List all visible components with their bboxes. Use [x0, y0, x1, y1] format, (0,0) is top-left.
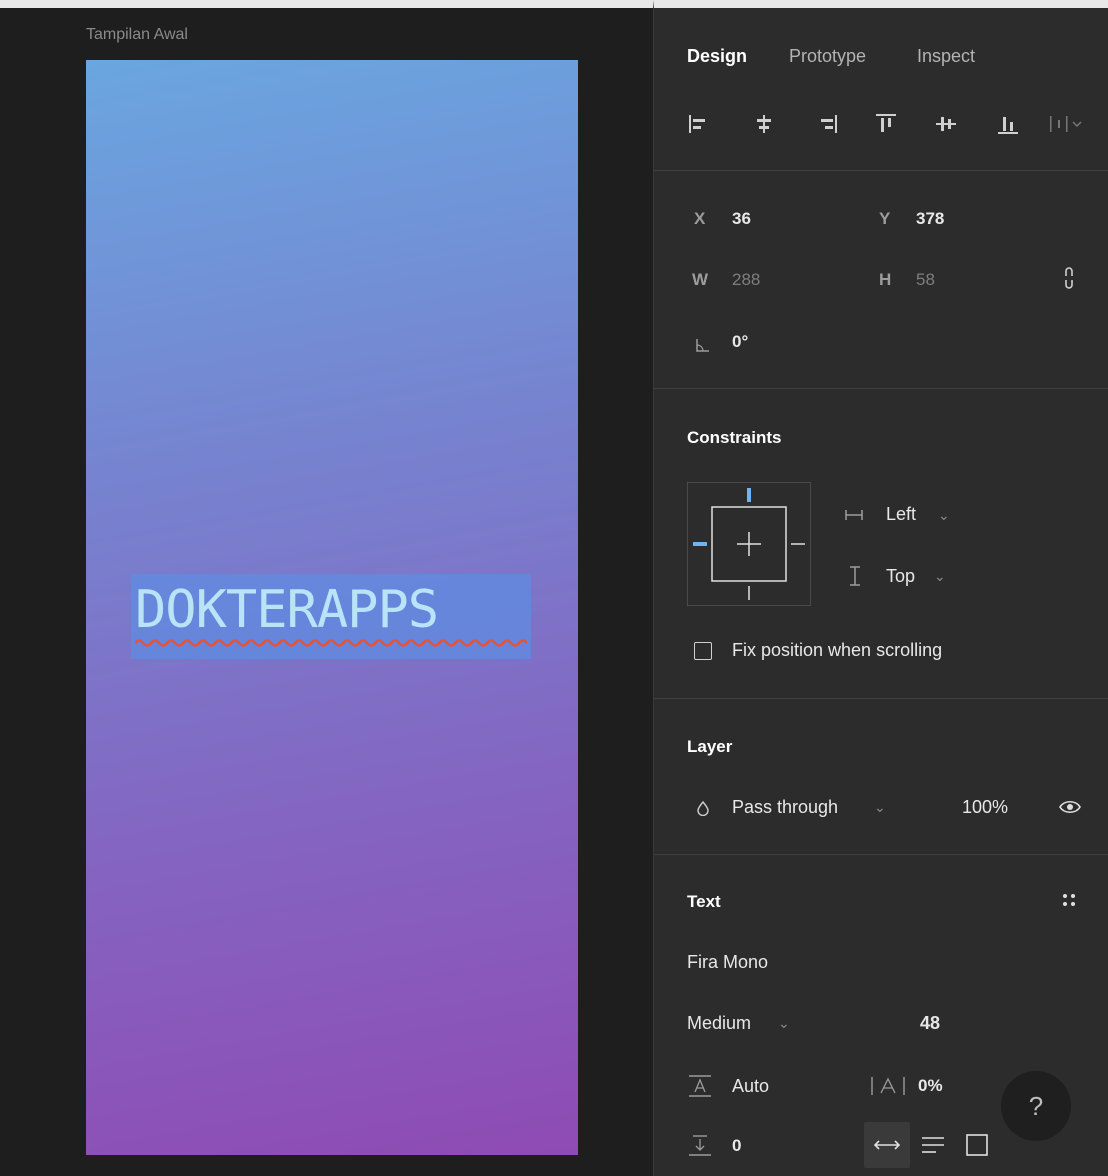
selected-text-layer[interactable]: DOKTERAPPS	[131, 574, 531, 659]
divider	[654, 388, 1108, 389]
distribute-icon[interactable]	[1046, 110, 1086, 138]
align-right-icon[interactable]	[814, 110, 842, 138]
line-height-input[interactable]: Auto	[732, 1076, 769, 1097]
text-align-icon[interactable]	[920, 1134, 946, 1156]
font-size-input[interactable]: 48	[920, 1013, 940, 1034]
eye-icon[interactable]	[1058, 798, 1082, 816]
paragraph-spacing-input[interactable]: 0	[732, 1136, 741, 1156]
blend-mode-icon	[697, 800, 709, 816]
fix-position-label[interactable]: Fix position when scrolling	[732, 640, 942, 661]
chevron-down-icon[interactable]: ⌄	[934, 568, 946, 585]
divider	[654, 698, 1108, 699]
font-family-select[interactable]: Fira Mono	[687, 952, 768, 973]
letter-spacing-input[interactable]: 0%	[918, 1076, 943, 1096]
vertical-constraint-select[interactable]: Top	[886, 566, 915, 587]
properties-panel: Design Prototype Inspect X 36 Y 378 W 28…	[653, 0, 1108, 1176]
layer-title: Layer	[687, 737, 733, 756]
help-button[interactable]: ?	[1001, 1071, 1071, 1141]
align-bottom-icon[interactable]	[994, 110, 1022, 138]
constrain-proportions-icon[interactable]	[1062, 264, 1076, 292]
y-input[interactable]: 378	[916, 209, 944, 229]
align-left-icon[interactable]	[684, 110, 712, 138]
chevron-down-icon[interactable]: ⌄	[874, 799, 886, 816]
tab-inspect[interactable]: Inspect	[917, 46, 975, 67]
constraints-title: Constraints	[687, 428, 782, 447]
h-label: H	[879, 270, 892, 289]
paragraph-spacing-icon	[689, 1135, 711, 1156]
constraints-widget[interactable]	[687, 482, 811, 606]
w-input[interactable]: 288	[732, 270, 760, 290]
divider	[654, 854, 1108, 855]
vertical-constraint-icon	[850, 566, 860, 586]
text-title: Text	[687, 892, 721, 911]
auto-width-button[interactable]	[864, 1122, 910, 1168]
fix-position-checkbox[interactable]	[694, 642, 712, 660]
align-horizontal-center-icon[interactable]	[750, 110, 778, 138]
divider	[654, 170, 1108, 171]
align-top-icon[interactable]	[872, 110, 900, 138]
frame-title-text[interactable]: DOKTERAPPS	[135, 580, 439, 640]
tab-prototype[interactable]: Prototype	[789, 46, 866, 67]
auto-width-icon	[873, 1140, 901, 1150]
rotation-icon	[696, 339, 709, 352]
line-height-icon	[689, 1075, 711, 1097]
rotation-input[interactable]: 0°	[732, 332, 748, 352]
frame-label[interactable]: Tampilan Awal	[86, 26, 188, 44]
fixed-size-icon[interactable]	[965, 1133, 989, 1157]
opacity-input[interactable]: 100%	[962, 797, 1008, 818]
w-label: W	[692, 270, 709, 289]
x-label: X	[694, 209, 706, 228]
horizontal-constraint-icon	[845, 510, 863, 520]
font-weight-select[interactable]: Medium	[687, 1013, 751, 1034]
frame-tampilan-awal[interactable]: DOKTERAPPS	[86, 60, 578, 1155]
text-styles-icon[interactable]	[1059, 890, 1079, 910]
chevron-down-icon[interactable]: ⌄	[938, 507, 950, 524]
h-input[interactable]: 58	[916, 270, 935, 290]
y-label: Y	[879, 209, 891, 228]
design-canvas[interactable]: Tampilan Awal DOKTERAPPS	[0, 0, 653, 1176]
spellcheck-underline	[135, 639, 527, 647]
chevron-down-icon[interactable]: ⌄	[778, 1015, 790, 1032]
x-input[interactable]: 36	[732, 209, 751, 229]
tab-design[interactable]: Design	[687, 46, 747, 67]
blend-mode-select[interactable]: Pass through	[732, 797, 838, 818]
horizontal-constraint-select[interactable]: Left	[886, 504, 916, 525]
letter-spacing-icon	[871, 1077, 905, 1095]
align-vertical-center-icon[interactable]	[932, 110, 960, 138]
